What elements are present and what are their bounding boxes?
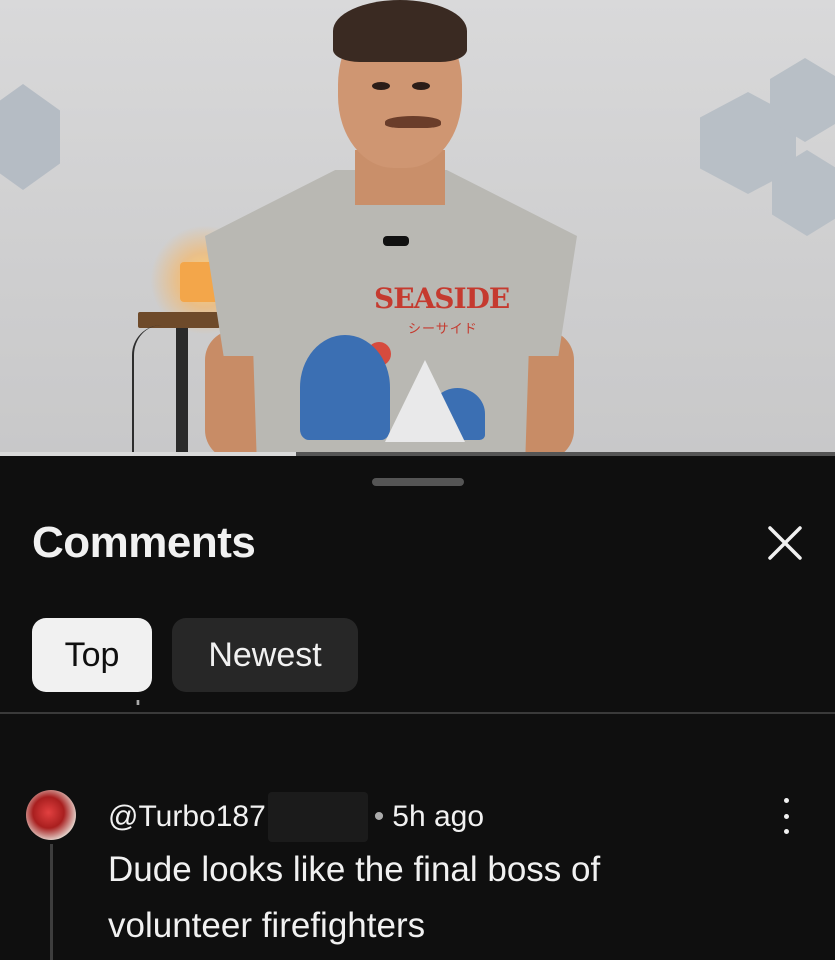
divider [0,712,835,714]
cable [132,325,174,455]
comments-panel: Comments Top Newest replies @Turbo187 • … [0,456,835,960]
left-eye [372,82,390,90]
thread-line [50,844,53,960]
lapel-mic [383,236,409,246]
more-options-button[interactable] [776,794,796,838]
more-vertical-icon [783,798,789,803]
hair [333,0,467,62]
comment-header: @Turbo187 • 5h ago [108,792,484,842]
right-eye [412,82,430,90]
wall-shelf [138,312,220,328]
shirt-logo-subtext: シーサイド [408,322,478,337]
comment-author[interactable]: @Turbo187 [108,800,266,834]
shirt-logo-text: SEASIDE [374,282,510,315]
shirt-wave-left [300,335,390,440]
sort-chip-newest[interactable]: Newest [172,618,358,692]
redacted-block [267,792,368,842]
drag-handle[interactable] [372,478,464,486]
avatar[interactable] [26,790,76,840]
more-dot [783,829,789,834]
comment-text: Dude looks like the final boss of volunt… [108,850,601,945]
more-dot [783,813,789,819]
wall-hexagon-left [0,84,60,190]
panel-title: Comments [32,518,256,567]
shelf-leg [176,328,188,453]
close-button[interactable] [760,518,810,568]
close-icon [768,526,802,560]
separator-dot: • [373,800,385,833]
comment-timestamp: 5h ago [392,800,485,833]
sort-chip-top[interactable]: Top [32,618,152,692]
video-player[interactable]: SEASIDE シーサイド [0,0,835,455]
mustache [385,116,441,128]
